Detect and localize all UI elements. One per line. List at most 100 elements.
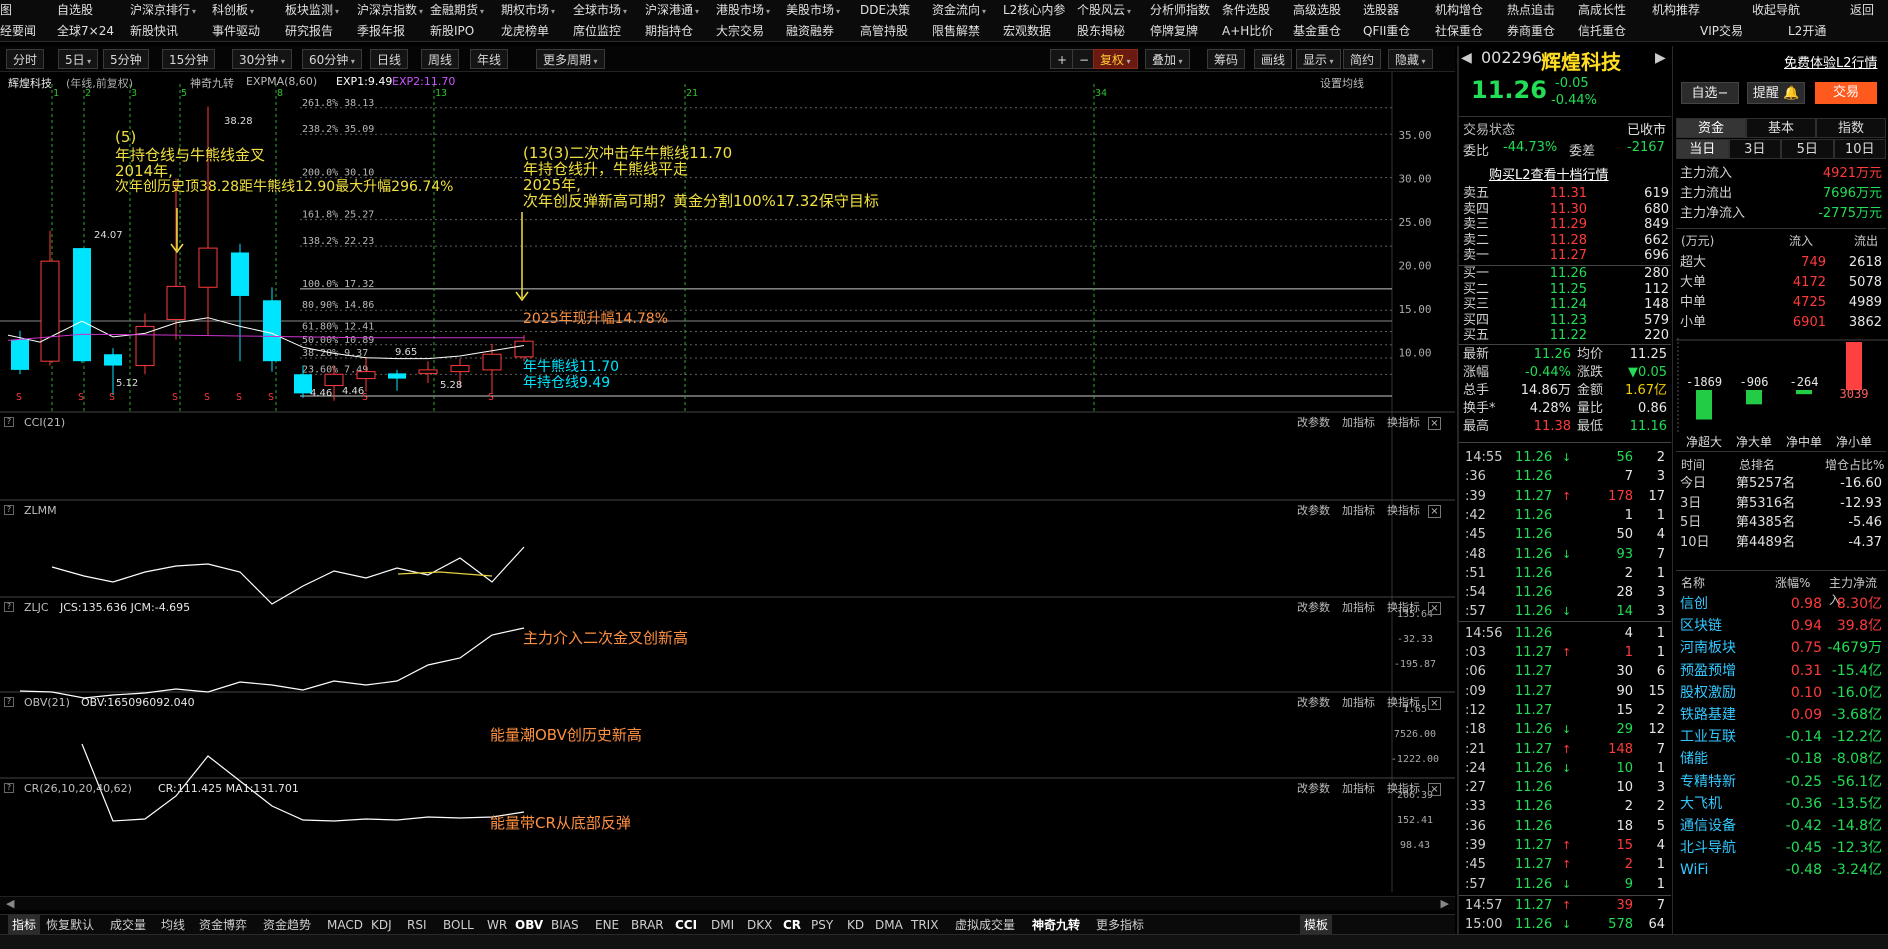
menu2-item-12[interactable]: 高管持股 — [860, 21, 908, 42]
menu-item-25[interactable]: 返回 — [1850, 0, 1874, 21]
sector-row[interactable]: 股权激励 0.10 -16.0亿 — [1676, 682, 1886, 704]
indicator-tab-14[interactable]: BRAR — [631, 915, 664, 935]
trade-button[interactable]: 交易 — [1815, 82, 1877, 104]
tool-5[interactable]: 画线 — [1254, 49, 1293, 69]
panel-action-0[interactable]: 改参数 — [1297, 696, 1330, 709]
bid-row[interactable]: 买五 11.22 220 — [1459, 328, 1669, 344]
tool-3[interactable]: 叠加 — [1145, 49, 1190, 69]
ask-row[interactable]: 卖五 11.31 619 — [1459, 186, 1669, 202]
sector-name[interactable]: 工业互联 — [1680, 726, 1736, 748]
fund-period-2[interactable]: 5日 — [1781, 139, 1834, 159]
sector-row[interactable]: 储能 -0.18 -8.08亿 — [1676, 748, 1886, 770]
panel-help-icon[interactable]: ? — [4, 417, 14, 427]
main-header-1[interactable]: (年线,前复权) — [66, 75, 133, 91]
menu-item-14[interactable]: L2核心内参 — [1003, 0, 1065, 21]
menu-item-20[interactable]: 机构增仓 — [1435, 0, 1483, 21]
menu2-item-4[interactable]: 研究报告 — [285, 21, 333, 42]
indicator-tab-9[interactable]: BOLL — [443, 915, 474, 935]
menu-item-21[interactable]: 热点追击 — [1507, 0, 1555, 21]
menu-item-8[interactable]: 全球市场 — [573, 0, 627, 22]
main-header-4[interactable]: EXP1:9.49 — [336, 75, 392, 88]
menu2-item-2[interactable]: 新股快讯 — [130, 21, 178, 42]
sector-row[interactable]: 北斗导航 -0.45 -12.3亿 — [1676, 837, 1886, 859]
panel-action-2[interactable]: 换指标 — [1387, 696, 1420, 709]
menu-item-16[interactable]: 分析师指数 — [1150, 0, 1210, 21]
ask-row[interactable]: 卖三 11.29 849 — [1459, 217, 1669, 233]
panel-action-2[interactable]: 换指标 — [1387, 782, 1420, 795]
indicator-tab-23[interactable]: 虚拟成交量 — [955, 915, 1015, 935]
panel-help-icon[interactable]: ? — [4, 697, 14, 707]
sector-name[interactable]: 大飞机 — [1680, 793, 1722, 815]
menu2-item-5[interactable]: 季报年报 — [357, 21, 405, 42]
sector-row[interactable]: 专精特新 -0.25 -56.1亿 — [1676, 771, 1886, 793]
sector-row[interactable]: 工业互联 -0.14 -12.2亿 — [1676, 726, 1886, 748]
menu2-item-7[interactable]: 龙虎榜单 — [501, 21, 549, 42]
fund-tab-0[interactable]: 资金 — [1676, 118, 1746, 138]
menu2-item-23[interactable]: VIP交易 — [1700, 21, 1743, 42]
sector-name[interactable]: 通信设备 — [1680, 815, 1736, 837]
close-icon[interactable]: × — [1428, 505, 1441, 518]
indicator-tab-18[interactable]: CR — [783, 915, 801, 935]
ask-row[interactable]: 卖四 11.30 680 — [1459, 202, 1669, 218]
tool-7[interactable]: 简约 — [1343, 49, 1382, 69]
sector-name[interactable]: WiFi — [1680, 859, 1708, 881]
period-4[interactable]: 30分钟 — [232, 49, 292, 69]
panel-action-2[interactable]: 换指标 — [1387, 504, 1420, 517]
panel-action-1[interactable]: 加指标 — [1342, 416, 1375, 429]
scroll-left-icon[interactable]: ◀ — [6, 897, 14, 910]
sector-row[interactable]: WiFi -0.48 -3.24亿 — [1676, 859, 1886, 881]
menu-item-9[interactable]: 沪深港通 — [645, 0, 699, 22]
indicator-tab-15[interactable]: CCI — [675, 915, 697, 935]
menu-item-17[interactable]: 条件选股 — [1222, 0, 1270, 21]
settings-ma-link[interactable]: 设置均线 — [1320, 75, 1364, 91]
menu-item-3[interactable]: 科创板 — [212, 0, 254, 22]
panel-action-0[interactable]: 改参数 — [1297, 601, 1330, 614]
close-icon[interactable]: × — [1428, 697, 1441, 710]
menu2-item-10[interactable]: 大宗交易 — [716, 21, 764, 42]
prev-stock-icon[interactable]: ◀ — [1461, 50, 1472, 66]
period-5[interactable]: 60分钟 — [302, 49, 362, 69]
menu-item-13[interactable]: 资金流向 — [932, 0, 986, 22]
period-0[interactable]: 分时 — [6, 49, 45, 69]
indicator-tab-5[interactable]: 资金趋势 — [263, 915, 311, 935]
sector-row[interactable]: 大飞机 -0.36 -13.5亿 — [1676, 793, 1886, 815]
panel-help-icon[interactable]: ? — [4, 783, 14, 793]
main-header-2[interactable]: 神奇九转 — [190, 75, 234, 91]
main-header-5[interactable]: EXP2:11.70 — [392, 75, 455, 88]
main-header-3[interactable]: EXPMA(8,60) — [246, 75, 317, 88]
panel-label[interactable]: CCI(21) — [24, 414, 65, 432]
period-1[interactable]: 5日 — [58, 49, 99, 69]
panel-label[interactable]: ZLMM — [24, 502, 57, 520]
panel-action-2[interactable]: 换指标 — [1387, 601, 1420, 614]
indicator-tab-17[interactable]: DKX — [747, 915, 772, 935]
indicator-tab-19[interactable]: PSY — [811, 915, 833, 935]
watch-button[interactable]: 自选− — [1681, 82, 1739, 104]
menu2-item-14[interactable]: 宏观数据 — [1003, 21, 1051, 42]
sector-name[interactable]: 储能 — [1680, 748, 1708, 770]
panel-label[interactable]: ZLJC — [24, 599, 49, 617]
sector-name[interactable]: 区块链 — [1680, 615, 1722, 637]
menu-item-6[interactable]: 金融期货 — [430, 0, 484, 22]
menu-item-19[interactable]: 选股器 — [1363, 0, 1399, 21]
panel-help-icon[interactable]: ? — [4, 602, 14, 612]
period-9[interactable]: 更多周期 — [536, 49, 605, 69]
menu-item-24[interactable]: 收起导航 — [1752, 0, 1800, 21]
sector-name[interactable]: 河南板块 — [1680, 637, 1736, 659]
period-7[interactable]: 周线 — [421, 49, 460, 69]
fund-tab-1[interactable]: 基本 — [1746, 118, 1816, 138]
menu2-item-9[interactable]: 期指持仓 — [645, 21, 693, 42]
menu-item-4[interactable]: 板块监测 — [285, 0, 339, 22]
fund-tab-2[interactable]: 指数 — [1816, 118, 1886, 138]
period-8[interactable]: 年线 — [470, 49, 509, 69]
next-stock-icon[interactable]: ▶ — [1655, 50, 1666, 66]
indicator-tab-25[interactable]: 更多指标 — [1096, 915, 1144, 935]
tool-2[interactable]: 复权 — [1093, 49, 1138, 69]
ask-row[interactable]: 卖二 11.28 662 — [1459, 233, 1669, 249]
menu2-item-0[interactable]: 经要闻 — [0, 21, 36, 42]
bid-row[interactable]: 买一 11.26 280 — [1459, 266, 1669, 282]
sector-name[interactable]: 信创 — [1680, 593, 1708, 615]
indicator-tab-1[interactable]: 恢复默认 — [46, 915, 94, 935]
panel-action-1[interactable]: 加指标 — [1342, 601, 1375, 614]
panel-label[interactable]: OBV(21) — [24, 694, 70, 712]
bid-row[interactable]: 买三 11.24 148 — [1459, 297, 1669, 313]
